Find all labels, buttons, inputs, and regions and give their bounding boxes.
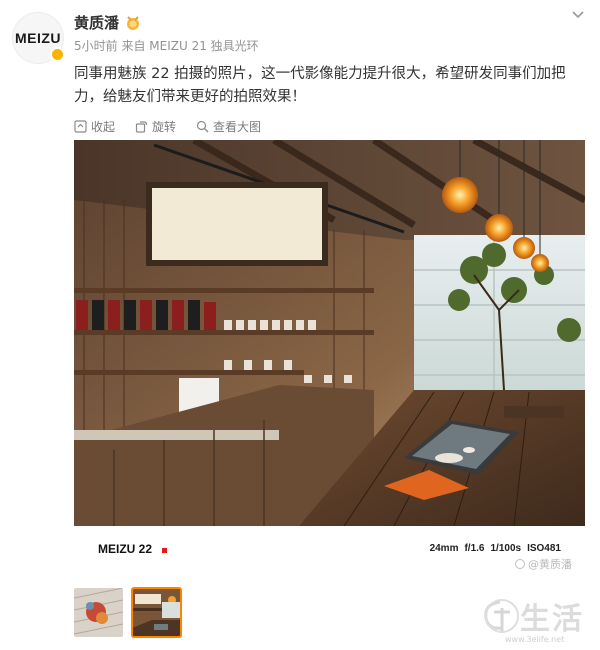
avatar-logo-text: MEIZU [14,30,62,46]
shutter-speed: 1/100s [490,543,522,554]
rotate-icon [135,121,148,133]
aperture: f/1.6 [464,543,485,554]
camera-brand-label: MEIZU 22 [98,542,153,556]
site-logo-text: 生活 [520,602,584,637]
photo-watermark-bar: MEIZU 22 24mm f/1.6 1/100s ISO481 [74,526,585,575]
chevron-down-icon[interactable] [570,6,586,22]
brand-dot [162,548,167,553]
weibo-logo-icon [515,559,525,569]
tea-house-photo [74,140,585,526]
exif-specs: 24mm f/1.6 1/100s ISO481 [430,543,561,554]
image-thumbnails [74,587,182,638]
magnify-icon [196,120,209,133]
post-text: 同事用魅族 22 拍摄的照片，这一代影像能力提升很大，希望研发同事们加把力，给魅… [74,66,566,105]
post-time[interactable]: 5小时前 [74,39,118,53]
author-name[interactable]: 黄质潘 [74,12,119,33]
weibo-watermark: @黄质潘 [515,556,572,572]
view-large-label: 查看大图 [213,120,262,134]
view-large-button[interactable]: 查看大图 [196,118,261,135]
rotate-label: 旋转 [152,120,177,134]
image-toolbar: 收起 旋转 查看大图 [74,118,261,135]
author-row: 黄质潘 [74,12,141,33]
collapse-label: 收起 [91,120,116,134]
medal-icon [127,15,140,30]
site-url: www.3elife.net [505,635,565,644]
collapse-icon [74,120,87,133]
collapse-button[interactable]: 收起 [74,118,115,135]
post-meta: 5小时前 来自 MEIZU 21 独具光环 [74,37,259,54]
verified-badge-icon [50,47,65,62]
thumbnail-2[interactable] [131,587,182,638]
post-image[interactable]: MEIZU 22 24mm f/1.6 1/100s ISO481 [74,140,585,575]
weibo-watermark-text: @黄质潘 [528,558,572,571]
focal-length: 24mm [429,543,459,554]
post-source: 来自 MEIZU 21 独具光环 [121,39,259,53]
thumbnail-1[interactable] [74,588,123,637]
rotate-button[interactable]: 旋转 [135,118,176,135]
iso: ISO481 [527,543,561,554]
